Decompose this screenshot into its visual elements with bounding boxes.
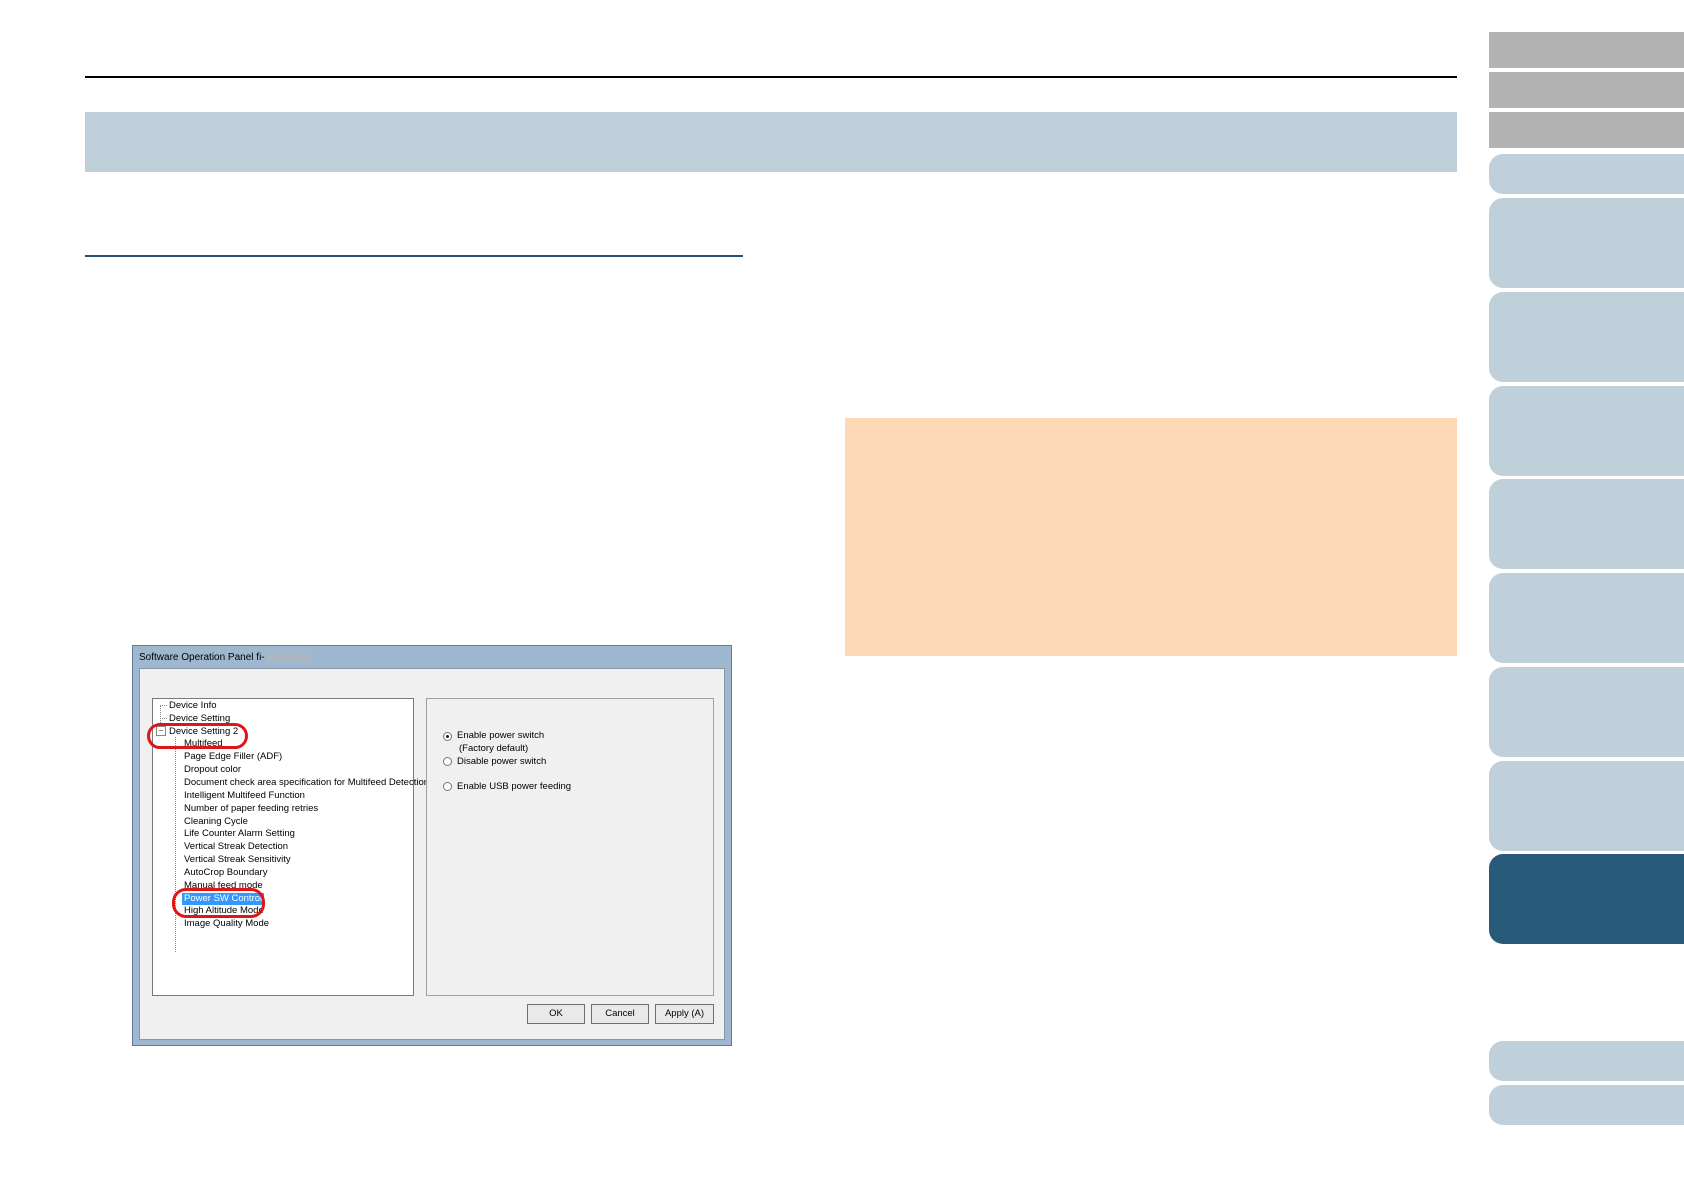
nav-tab-active[interactable] bbox=[1489, 854, 1684, 944]
apply-button[interactable]: Apply (A) bbox=[655, 1004, 714, 1024]
cancel-button[interactable]: Cancel bbox=[591, 1004, 649, 1024]
nav-tab-bottom-2[interactable] bbox=[1489, 1085, 1684, 1125]
section-heading-rule bbox=[85, 255, 743, 257]
highlight-ring-device-setting-2 bbox=[147, 723, 248, 749]
tree-item[interactable]: Vertical Streak Detection bbox=[184, 841, 288, 853]
note-box bbox=[845, 418, 1457, 656]
nav-tab-9[interactable] bbox=[1489, 573, 1684, 663]
top-rule bbox=[85, 76, 1457, 78]
tree-item[interactable]: AutoCrop Boundary bbox=[184, 867, 267, 879]
highlight-ring-power-sw-control bbox=[172, 888, 265, 918]
nav-tab-1[interactable] bbox=[1489, 32, 1684, 68]
enable-usb-power-feeding-label: Enable USB power feeding bbox=[457, 781, 572, 792]
disable-power-switch-radio[interactable] bbox=[443, 757, 452, 766]
tree-item-device-info[interactable]: Device Info bbox=[169, 700, 217, 712]
nav-tab-8[interactable] bbox=[1489, 479, 1684, 569]
tree-item[interactable]: Vertical Streak Sensitivity bbox=[184, 854, 291, 866]
tree-item[interactable]: Cleaning Cycle bbox=[184, 816, 248, 828]
tree-connector bbox=[160, 718, 167, 719]
dialog-title-text: Software Operation Panel fi- bbox=[139, 652, 265, 663]
nav-tab-2[interactable] bbox=[1489, 72, 1684, 108]
ok-button[interactable]: OK bbox=[527, 1004, 585, 1024]
enable-power-switch-label: Enable power switch bbox=[457, 730, 545, 741]
tree-item[interactable]: Dropout color bbox=[184, 764, 241, 776]
enable-usb-power-feeding-radio[interactable] bbox=[443, 782, 452, 791]
nav-tab-6[interactable] bbox=[1489, 292, 1684, 382]
tree-item[interactable]: Page Edge Filler (ADF) bbox=[184, 751, 282, 763]
tree-item[interactable]: Life Counter Alarm Setting bbox=[184, 828, 295, 840]
factory-default-label: (Factory default) bbox=[459, 743, 529, 754]
nav-tab-7[interactable] bbox=[1489, 386, 1684, 476]
tree-item[interactable]: Document check area specification for Mu… bbox=[184, 777, 429, 789]
tree-item[interactable]: Number of paper feeding retries bbox=[184, 803, 318, 815]
tree-connector bbox=[160, 705, 167, 706]
power-sw-control-panel: Enable power switch (Factory default) Di… bbox=[426, 698, 714, 996]
disable-power-switch-label: Disable power switch bbox=[457, 756, 547, 767]
nav-tab-11[interactable] bbox=[1489, 761, 1684, 851]
tree-item[interactable]: Image Quality Mode bbox=[184, 918, 269, 930]
page-title-band bbox=[85, 112, 1457, 172]
nav-tab-4[interactable] bbox=[1489, 154, 1684, 194]
enable-power-switch-radio[interactable] bbox=[443, 732, 452, 741]
blurred-model-number bbox=[265, 652, 310, 662]
software-operation-panel-dialog: Software Operation Panel fi- − Device In… bbox=[132, 645, 732, 1046]
dialog-title: Software Operation Panel fi- bbox=[139, 652, 310, 663]
nav-tab-5[interactable] bbox=[1489, 198, 1684, 288]
nav-tab-3[interactable] bbox=[1489, 112, 1684, 148]
tree-item[interactable]: Intelligent Multifeed Function bbox=[184, 790, 305, 802]
tree-connector bbox=[175, 737, 176, 952]
nav-tab-10[interactable] bbox=[1489, 667, 1684, 757]
nav-tab-bottom-1[interactable] bbox=[1489, 1041, 1684, 1081]
